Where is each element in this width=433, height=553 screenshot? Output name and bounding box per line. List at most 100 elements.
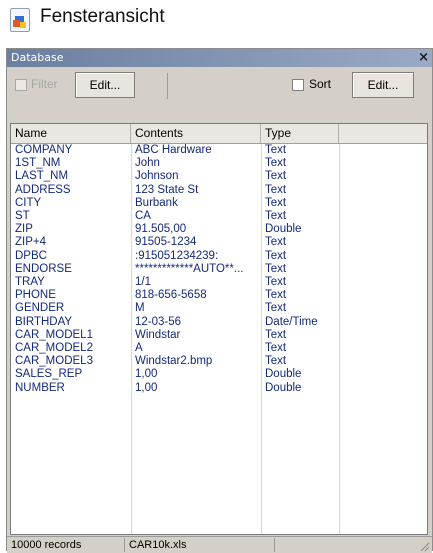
field-type-cell: Text — [265, 196, 287, 209]
filter-edit-button[interactable]: Edit... — [75, 72, 135, 98]
field-type-cell: Double — [265, 381, 302, 394]
field-contents-cell: Johnson — [135, 170, 179, 183]
field-contents-cell: 1,00 — [135, 381, 158, 394]
field-name-cell: DPBC — [15, 249, 47, 262]
field-type-cell: Text — [265, 144, 287, 156]
table-body: COMPANY ABC Hardware Text 1ST_NM John Text LAS… — [11, 144, 427, 534]
field-type-cell: Text — [265, 183, 287, 196]
field-type-cell: Text — [265, 236, 287, 249]
field-type-cell: Double — [265, 368, 302, 381]
field-name-cell: TRAY — [15, 276, 45, 288]
field-contents-cell: Burbank — [135, 196, 178, 209]
table-row[interactable]: ZIP+4 91505-1234 Text — [11, 236, 427, 249]
column-header-type[interactable]: Type — [261, 124, 339, 143]
column-header-contents[interactable]: Contents — [131, 124, 261, 143]
field-contents-cell: 818-656-5658 — [135, 289, 207, 302]
database-window: Database × Filter Edit... Sort Edit... N… — [6, 48, 433, 553]
caption-title: Fensteransicht — [40, 6, 165, 27]
field-name-cell: ADDRESS — [15, 183, 71, 196]
field-name-cell: PHONE — [15, 289, 56, 302]
field-contents-cell: 91505-1234 — [135, 236, 197, 249]
field-type-cell: Date/Time — [265, 315, 318, 328]
table-row[interactable]: CAR_MODEL3 Windstar2.bmp Text — [11, 355, 427, 368]
field-contents-cell: A — [135, 342, 143, 354]
table-row[interactable]: ST CA Text — [11, 210, 427, 223]
filter-label: Filter — [31, 77, 58, 91]
table-row[interactable]: CITY Burbank Text — [11, 197, 427, 210]
table-row[interactable]: GENDER M Text — [11, 302, 427, 315]
field-type-cell: Text — [265, 289, 287, 302]
table-row[interactable]: 1ST_NM John Text — [11, 157, 427, 170]
field-name-cell: ST — [15, 210, 30, 222]
field-name-cell: CAR_MODEL3 — [15, 355, 93, 368]
field-contents-cell: Windstar2.bmp — [135, 355, 213, 368]
field-name-cell: LAST_NM — [15, 170, 69, 183]
field-type-cell: Text — [265, 302, 287, 315]
field-type-cell: Text — [265, 210, 287, 222]
sort-checkbox[interactable] — [292, 79, 304, 91]
field-contents-cell: CA — [135, 210, 151, 222]
field-type-cell: Text — [265, 157, 287, 170]
window-titlebar[interactable]: Database × — [7, 49, 432, 67]
fields-table[interactable]: Name Contents Type COMPANY ABC Hardware Te… — [10, 123, 428, 535]
field-type-cell: Text — [265, 170, 287, 183]
caption-bar: Fensteransicht — [0, 0, 433, 48]
table-row[interactable]: COMPANY ABC Hardware Text — [11, 144, 427, 157]
column-header-filler — [339, 124, 427, 143]
window-title: Database — [11, 51, 64, 64]
record-count: 10000 records — [7, 538, 125, 552]
field-name-cell: COMPANY — [15, 144, 73, 156]
field-contents-cell: M — [135, 302, 145, 315]
field-name-cell: ENDORSE — [15, 262, 72, 275]
field-name-cell: NUMBER — [15, 381, 65, 394]
field-name-cell: CAR_MODEL2 — [15, 342, 93, 354]
document-app-icon — [10, 8, 30, 32]
field-name-cell: CAR_MODEL1 — [15, 328, 93, 341]
table-row[interactable]: TRAY 1/1 Text — [11, 276, 427, 289]
field-type-cell: Text — [265, 355, 287, 368]
field-type-cell: Text — [265, 328, 287, 341]
status-bar: 10000 records CAR10k.xls — [7, 536, 432, 553]
table-header: Name Contents Type — [11, 124, 427, 144]
close-icon[interactable]: × — [418, 50, 429, 65]
sort-edit-button[interactable]: Edit... — [352, 72, 414, 98]
table-row[interactable]: LAST_NM Johnson Text — [11, 170, 427, 183]
field-type-cell: Text — [265, 262, 287, 275]
field-contents-cell: *************AUTO**... — [135, 262, 244, 275]
table-row[interactable]: PHONE 818-656-5658 Text — [11, 289, 427, 302]
resize-grip-icon[interactable] — [418, 540, 430, 552]
field-contents-cell: 91.505,00 — [135, 223, 187, 236]
field-type-cell: Text — [265, 249, 287, 262]
sort-label: Sort — [309, 77, 332, 91]
table-row[interactable]: ZIP 91.505,00 Double — [11, 223, 427, 236]
field-name-cell: SALES_REP — [15, 368, 83, 381]
table-row[interactable]: NUMBER 1,00 Double — [11, 382, 427, 395]
column-header-name[interactable]: Name — [11, 124, 131, 143]
field-contents-cell: :915051234239: — [135, 249, 219, 262]
table-row[interactable]: SALES_REP 1,00 Double — [11, 368, 427, 381]
field-name-cell: ZIP+4 — [15, 236, 47, 249]
field-name-cell: ZIP — [15, 223, 33, 236]
field-contents-cell: ABC Hardware — [135, 144, 212, 156]
table-row[interactable]: BIRTHDAY 12-03-56 Date/Time — [11, 316, 427, 329]
toolbar: Filter Edit... Sort Edit... — [7, 67, 432, 99]
field-contents-cell: John — [135, 157, 160, 170]
filter-checkbox[interactable] — [15, 79, 27, 91]
field-name-cell: GENDER — [15, 302, 65, 315]
table-row[interactable]: CAR_MODEL1 Windstar Text — [11, 329, 427, 342]
field-type-cell: Text — [265, 342, 287, 354]
field-type-cell: Text — [265, 276, 287, 288]
field-name-cell: 1ST_NM — [15, 157, 61, 170]
table-row[interactable]: ADDRESS 123 State St Text — [11, 184, 427, 197]
field-contents-cell: 1/1 — [135, 276, 151, 288]
table-row[interactable]: ENDORSE *************AUTO**... Text — [11, 263, 427, 276]
field-contents-cell: 123 State St — [135, 183, 199, 196]
field-contents-cell: Windstar — [135, 328, 181, 341]
field-name-cell: CITY — [15, 196, 42, 209]
file-name: CAR10k.xls — [125, 538, 275, 552]
table-row[interactable]: CAR_MODEL2 A Text — [11, 342, 427, 355]
field-contents-cell: 12-03-56 — [135, 315, 182, 328]
field-contents-cell: 1,00 — [135, 368, 158, 381]
table-row[interactable]: DPBC :915051234239: Text — [11, 250, 427, 263]
field-name-cell: BIRTHDAY — [15, 315, 73, 328]
